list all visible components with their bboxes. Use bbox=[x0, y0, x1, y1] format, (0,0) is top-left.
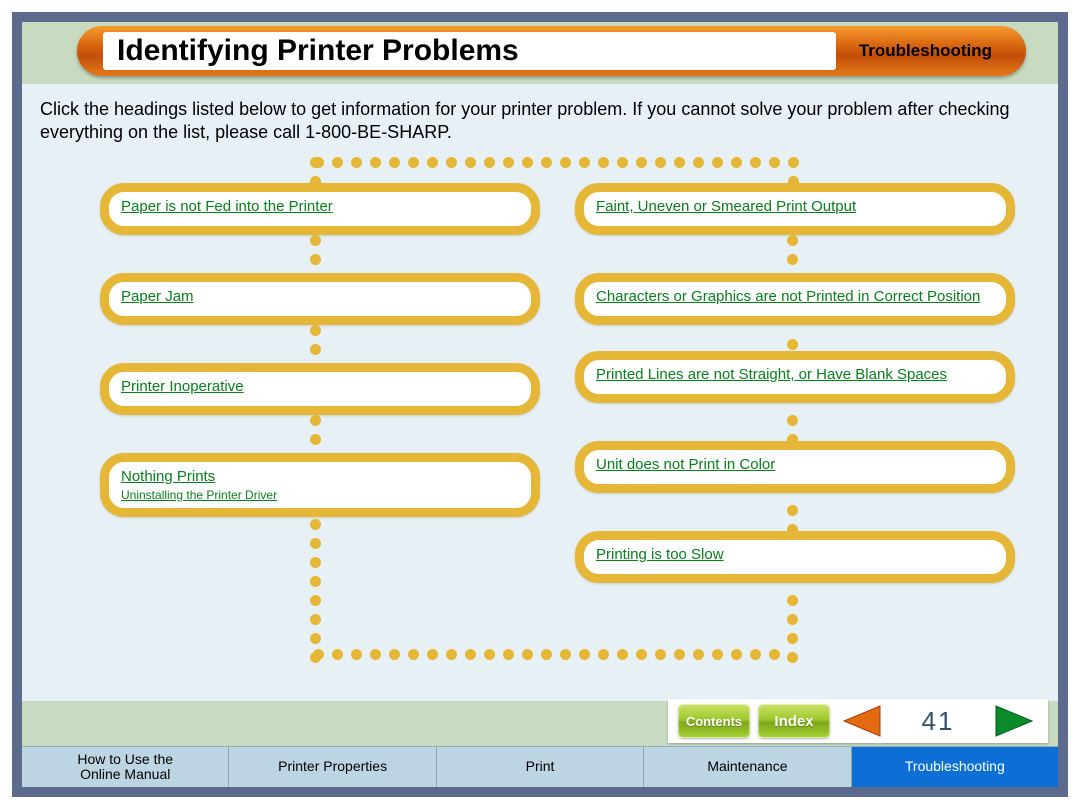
topic-link[interactable]: Nothing Prints bbox=[121, 468, 215, 485]
connector-dots bbox=[787, 235, 798, 273]
topic-column-left: Paper is not Fed into the Printer Paper … bbox=[100, 183, 540, 529]
section-label: Troubleshooting bbox=[859, 26, 992, 76]
topic-sublink[interactable]: Uninstalling the Printer Driver bbox=[121, 488, 519, 502]
topic-box[interactable]: Faint, Uneven or Smeared Print Output bbox=[575, 183, 1015, 235]
topic-link[interactable]: Faint, Uneven or Smeared Print Output bbox=[596, 198, 856, 215]
connector-dots bbox=[310, 415, 321, 453]
connector-dots bbox=[313, 157, 793, 168]
page-title: Identifying Printer Problems bbox=[117, 34, 519, 68]
prev-page-button[interactable] bbox=[838, 704, 882, 738]
topic-link[interactable]: Paper is not Fed into the Printer bbox=[121, 198, 333, 215]
tab-label: Printer Properties bbox=[278, 759, 387, 774]
topic-column-right: Faint, Uneven or Smeared Print Output Ch… bbox=[575, 183, 1015, 595]
flow-diagram: Paper is not Fed into the Printer Paper … bbox=[40, 153, 1040, 673]
topic-box[interactable]: Nothing Prints Uninstalling the Printer … bbox=[100, 453, 540, 517]
arrow-right-icon bbox=[994, 704, 1038, 738]
topic-link[interactable]: Printed Lines are not Straight, or Have … bbox=[596, 366, 947, 383]
contents-button[interactable]: Contents bbox=[678, 704, 750, 738]
topic-box[interactable]: Unit does not Print in Color bbox=[575, 441, 1015, 493]
topic-link[interactable]: Printer Inoperative bbox=[121, 378, 244, 395]
connector-dots bbox=[310, 519, 321, 669]
topic-box[interactable]: Printed Lines are not Straight, or Have … bbox=[575, 351, 1015, 403]
next-page-button[interactable] bbox=[994, 704, 1038, 738]
tab-maintenance[interactable]: Maintenance bbox=[644, 747, 851, 787]
tab-label: Troubleshooting bbox=[905, 759, 1005, 774]
connector-dots bbox=[310, 235, 321, 273]
tab-printer-properties[interactable]: Printer Properties bbox=[229, 747, 436, 787]
title-bar: Identifying Printer Problems Troubleshoo… bbox=[77, 26, 1026, 76]
topic-box[interactable]: Printing is too Slow bbox=[575, 531, 1015, 583]
connector-dots bbox=[310, 325, 321, 363]
tab-label: Print bbox=[526, 759, 555, 774]
tab-how-to-use[interactable]: How to Use theOnline Manual bbox=[22, 747, 229, 787]
topic-link[interactable]: Unit does not Print in Color bbox=[596, 456, 775, 473]
topic-box[interactable]: Characters or Graphics are not Printed i… bbox=[575, 273, 1015, 325]
bottom-tabs: How to Use theOnline Manual Printer Prop… bbox=[22, 746, 1058, 787]
topic-link[interactable]: Printing is too Slow bbox=[596, 546, 724, 563]
connector-dots bbox=[313, 649, 793, 660]
tab-label: How to Use theOnline Manual bbox=[77, 752, 173, 783]
topic-box[interactable]: Paper is not Fed into the Printer bbox=[100, 183, 540, 235]
tab-troubleshooting[interactable]: Troubleshooting bbox=[852, 747, 1058, 787]
intro-text: Click the headings listed below to get i… bbox=[40, 98, 1040, 143]
index-button[interactable]: Index bbox=[758, 704, 830, 738]
content-area: Click the headings listed below to get i… bbox=[22, 84, 1058, 701]
tab-label: Maintenance bbox=[707, 759, 787, 774]
topic-box[interactable]: Printer Inoperative bbox=[100, 363, 540, 415]
arrow-left-icon bbox=[838, 704, 882, 738]
topic-link[interactable]: Paper Jam bbox=[121, 288, 194, 305]
topic-link[interactable]: Characters or Graphics are not Printed i… bbox=[596, 288, 980, 305]
page-number: 41 bbox=[890, 706, 986, 737]
tab-print[interactable]: Print bbox=[437, 747, 644, 787]
page-nav: Contents Index 41 bbox=[668, 699, 1048, 743]
topic-box[interactable]: Paper Jam bbox=[100, 273, 540, 325]
